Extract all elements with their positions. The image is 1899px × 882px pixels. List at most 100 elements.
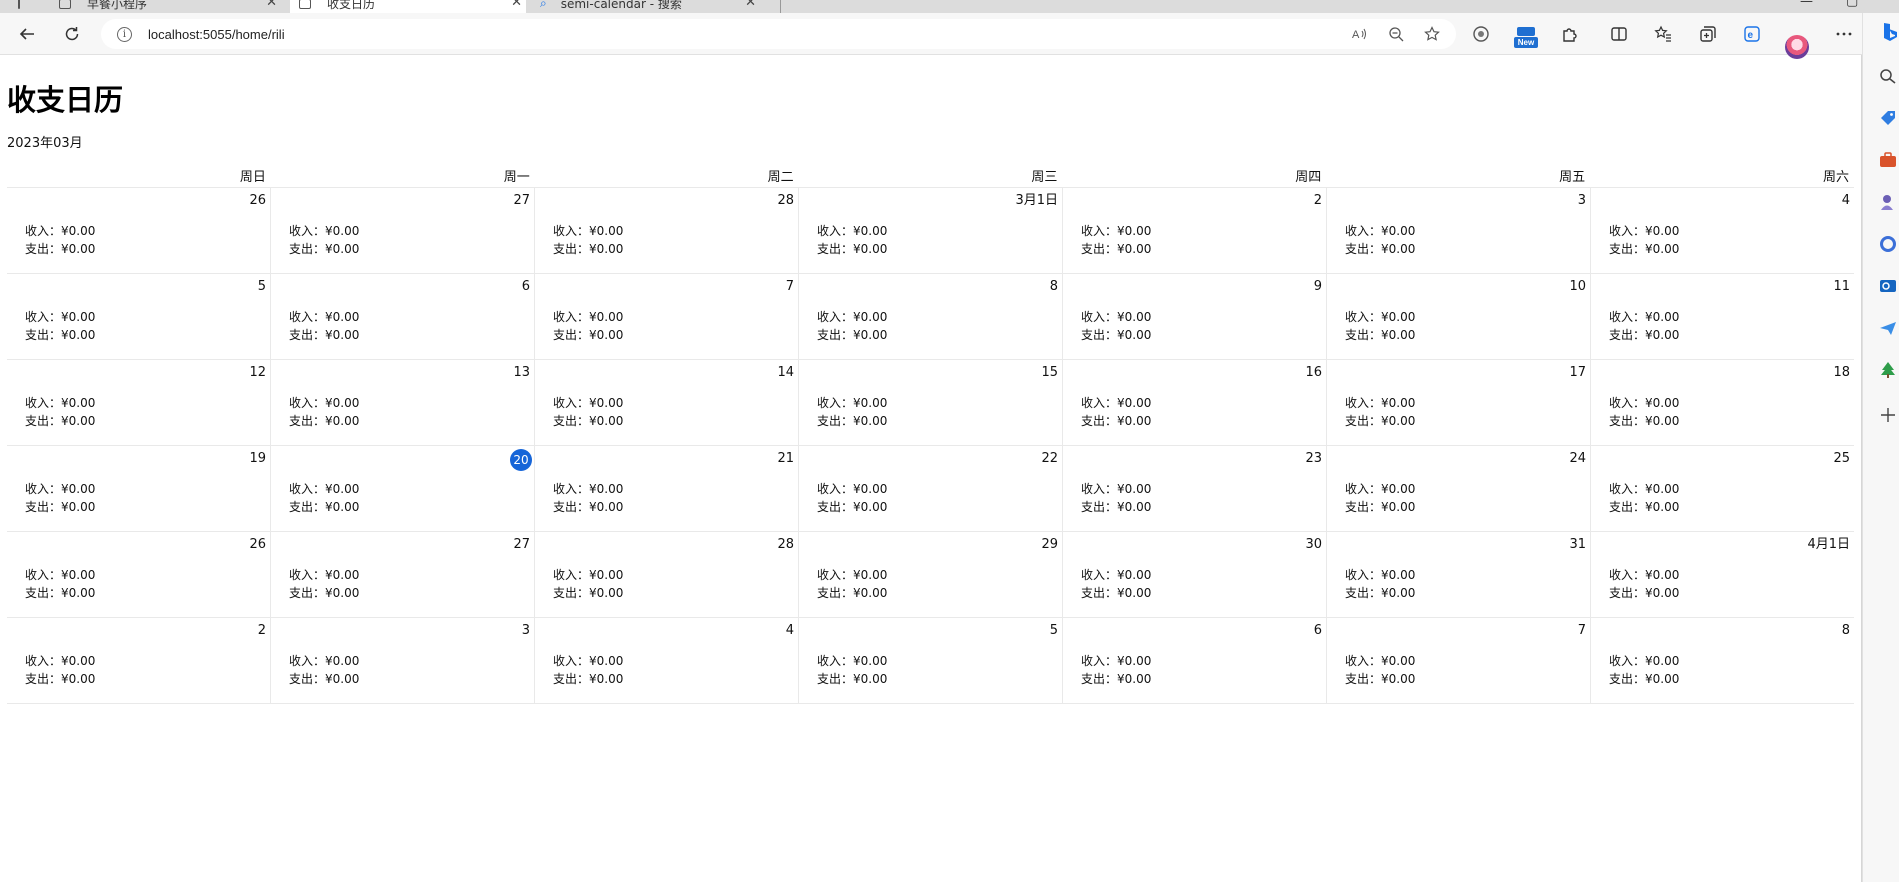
- income-label: 收入：: [1081, 396, 1118, 410]
- income-label: 收入：: [1081, 654, 1118, 668]
- expense-label: 支出：: [1609, 242, 1646, 256]
- send-icon[interactable]: [1879, 320, 1897, 336]
- expense-label: 支出：: [1345, 672, 1382, 686]
- zoom-out-icon[interactable]: [1387, 25, 1405, 43]
- microsoft-365-icon[interactable]: [1879, 236, 1897, 252]
- calendar-day-cell[interactable]: 30 收入：¥0.00 支出：¥0.00: [1063, 532, 1327, 617]
- income-label: 收入：: [1609, 396, 1646, 410]
- extension-button[interactable]: [1468, 21, 1494, 47]
- expense-line: 支出：¥0.00: [1081, 498, 1151, 515]
- calendar-day-cell[interactable]: 2 收入：¥0.00 支出：¥0.00: [1063, 188, 1327, 273]
- calendar-day-cell[interactable]: 23 收入：¥0.00 支出：¥0.00: [1063, 446, 1327, 531]
- calendar-week-row: 5 收入：¥0.00 支出：¥0.00 6 收入：¥0.00 支出：¥0.00 7 收入：¥0…: [7, 274, 1854, 360]
- shopping-tag-icon[interactable]: [1879, 110, 1897, 126]
- calendar-day-cell[interactable]: 3月1日 收入：¥0.00 支出：¥0.00: [799, 188, 1063, 273]
- calendar-day-cell[interactable]: 19 收入：¥0.00 支出：¥0.00: [7, 446, 271, 531]
- calendar-day-cell[interactable]: 26 收入：¥0.00 支出：¥0.00: [7, 532, 271, 617]
- close-icon[interactable]: ✕: [511, 0, 522, 10]
- calendar-day-cell[interactable]: 18 收入：¥0.00 支出：¥0.00: [1591, 360, 1854, 445]
- tab-actions-icon[interactable]: [0, 0, 20, 13]
- day-number: 6: [521, 279, 530, 294]
- expense-line: 支出：¥0.00: [817, 412, 887, 429]
- income-label: 收入：: [289, 396, 326, 410]
- calendar-day-cell[interactable]: 31 收入：¥0.00 支出：¥0.00: [1327, 532, 1591, 617]
- calendar-day-cell[interactable]: 12 收入：¥0.00 支出：¥0.00: [7, 360, 271, 445]
- info-icon[interactable]: i: [117, 26, 132, 42]
- calendar-day-cell[interactable]: 13 收入：¥0.00 支出：¥0.00: [271, 360, 535, 445]
- day-number: 31: [1569, 537, 1586, 552]
- calendar-day-cell[interactable]: 3 收入：¥0.00 支出：¥0.00: [1327, 188, 1591, 273]
- calendar-day-cell[interactable]: 6 收入：¥0.00 支出：¥0.00: [271, 274, 535, 359]
- calendar-day-cell[interactable]: 27 收入：¥0.00 支出：¥0.00: [271, 532, 535, 617]
- tab-search[interactable]: ⌕ semi-calendar - 搜索 ✕: [530, 0, 764, 13]
- calendar-day-cell[interactable]: 7 收入：¥0.00 支出：¥0.00: [535, 274, 799, 359]
- income-label: 收入：: [817, 654, 854, 668]
- address-bar[interactable]: i localhost:5055/home/rili A: [101, 19, 1456, 49]
- calendar-day-cell[interactable]: 3 收入：¥0.00 支出：¥0.00: [271, 618, 535, 703]
- collections-button[interactable]: [1695, 21, 1721, 47]
- calendar-day-cell[interactable]: 8 收入：¥0.00 支出：¥0.00: [1591, 618, 1854, 703]
- calendar-day-cell[interactable]: 21 收入：¥0.00 支出：¥0.00: [535, 446, 799, 531]
- close-icon[interactable]: ✕: [266, 0, 277, 10]
- ie-mode-button[interactable]: e: [1739, 21, 1765, 47]
- calendar-day-cell[interactable]: 4月1日 收入：¥0.00 支出：¥0.00: [1591, 532, 1854, 617]
- tree-icon[interactable]: [1879, 362, 1897, 378]
- calendar-day-cell[interactable]: 6 收入：¥0.00 支出：¥0.00: [1063, 618, 1327, 703]
- read-aloud-icon[interactable]: A: [1350, 25, 1368, 43]
- calendar-day-cell[interactable]: 9 收入：¥0.00 支出：¥0.00: [1063, 274, 1327, 359]
- outlook-icon[interactable]: [1879, 278, 1897, 294]
- tab-income-calendar[interactable]: 收支日历 ✕: [290, 0, 526, 13]
- calendar-day-cell[interactable]: 11 收入：¥0.00 支出：¥0.00: [1591, 274, 1854, 359]
- calendar-day-cell[interactable]: 5 收入：¥0.00 支出：¥0.00: [7, 274, 271, 359]
- calendar-day-cell[interactable]: 28 收入：¥0.00 支出：¥0.00: [535, 188, 799, 273]
- tab-breakfast[interactable]: 早餐小程序 ✕: [45, 0, 285, 13]
- extensions-button[interactable]: [1557, 21, 1583, 47]
- calendar-day-cell[interactable]: 29 收入：¥0.00 支出：¥0.00: [799, 532, 1063, 617]
- expense-value: ¥0.00: [1381, 500, 1416, 514]
- bing-copilot-icon[interactable]: [1879, 21, 1899, 43]
- calendar-day-cell[interactable]: 16 收入：¥0.00 支出：¥0.00: [1063, 360, 1327, 445]
- new-extension-badge[interactable]: New: [1514, 27, 1538, 49]
- calendar-day-cell[interactable]: 22 收入：¥0.00 支出：¥0.00: [799, 446, 1063, 531]
- calendar-day-cell[interactable]: 25 收入：¥0.00 支出：¥0.00: [1591, 446, 1854, 531]
- close-icon[interactable]: ✕: [745, 0, 756, 10]
- calendar-day-cell[interactable]: 5 收入：¥0.00 支出：¥0.00: [799, 618, 1063, 703]
- calendar-day-cell[interactable]: 8 收入：¥0.00 支出：¥0.00: [799, 274, 1063, 359]
- add-icon[interactable]: [1879, 407, 1897, 423]
- back-button[interactable]: [14, 21, 40, 47]
- url-text[interactable]: localhost:5055/home/rili: [148, 27, 285, 42]
- expense-line: 支出：¥0.00: [1345, 498, 1415, 515]
- minimize-icon[interactable]: —: [1800, 0, 1813, 9]
- calendar-day-cell[interactable]: 15 收入：¥0.00 支出：¥0.00: [799, 360, 1063, 445]
- expense-label: 支出：: [25, 242, 62, 256]
- scrollbar[interactable]: [1861, 55, 1862, 882]
- calendar-day-cell[interactable]: 17 收入：¥0.00 支出：¥0.00: [1327, 360, 1591, 445]
- income-value: ¥0.00: [1645, 568, 1680, 582]
- expense-label: 支出：: [553, 586, 590, 600]
- calendar-day-cell[interactable]: 27 收入：¥0.00 支出：¥0.00: [271, 188, 535, 273]
- expense-value: ¥0.00: [853, 414, 888, 428]
- calendar-day-cell[interactable]: 2 收入：¥0.00 支出：¥0.00: [7, 618, 271, 703]
- games-icon[interactable]: [1879, 194, 1897, 210]
- calendar-day-cell[interactable]: 14 收入：¥0.00 支出：¥0.00: [535, 360, 799, 445]
- calendar-day-cell[interactable]: 7 收入：¥0.00 支出：¥0.00: [1327, 618, 1591, 703]
- settings-more-button[interactable]: [1831, 21, 1857, 47]
- maximize-icon[interactable]: ▢: [1846, 0, 1858, 9]
- refresh-button[interactable]: [59, 21, 85, 47]
- calendar-day-cell[interactable]: 28 收入：¥0.00 支出：¥0.00: [535, 532, 799, 617]
- weekday-label: 周二: [767, 170, 794, 185]
- calendar-day-cell[interactable]: 4 收入：¥0.00 支出：¥0.00: [535, 618, 799, 703]
- split-screen-button[interactable]: [1606, 21, 1632, 47]
- expense-label: 支出：: [1081, 500, 1118, 514]
- favorites-button[interactable]: [1650, 21, 1676, 47]
- calendar-day-cell[interactable]: 10 收入：¥0.00 支出：¥0.00: [1327, 274, 1591, 359]
- expense-line: 支出：¥0.00: [1609, 412, 1679, 429]
- expense-line: 支出：¥0.00: [1345, 326, 1415, 343]
- search-icon[interactable]: [1879, 68, 1897, 84]
- favorite-add-icon[interactable]: [1423, 25, 1441, 43]
- calendar-day-cell[interactable]: 26 收入：¥0.00 支出：¥0.00: [7, 188, 271, 273]
- calendar-day-cell[interactable]: 20 收入：¥0.00 支出：¥0.00: [271, 446, 535, 531]
- calendar-day-cell[interactable]: 24 收入：¥0.00 支出：¥0.00: [1327, 446, 1591, 531]
- tools-briefcase-icon[interactable]: [1879, 152, 1897, 168]
- calendar-day-cell[interactable]: 4 收入：¥0.00 支出：¥0.00: [1591, 188, 1854, 273]
